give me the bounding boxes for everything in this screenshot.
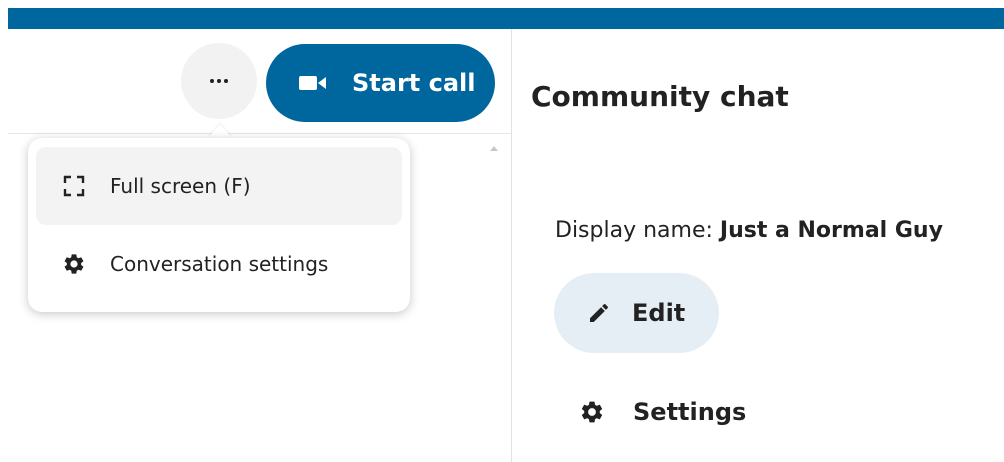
- fullscreen-icon: [60, 172, 88, 200]
- pencil-icon: [586, 300, 612, 326]
- edit-label: Edit: [632, 299, 686, 327]
- header-divider: [8, 133, 512, 134]
- gear-icon: [577, 397, 607, 427]
- scroll-up-arrow[interactable]: [490, 146, 498, 151]
- display-name-label: Display name:: [555, 218, 713, 243]
- start-call-button[interactable]: Start call: [266, 44, 495, 122]
- menu-item-conversation-settings[interactable]: Conversation settings: [36, 225, 402, 303]
- start-call-label: Start call: [352, 69, 476, 97]
- more-horizontal-icon: [210, 79, 228, 83]
- video-camera-icon: [298, 74, 328, 92]
- display-name-value: Just a Normal Guy: [719, 218, 943, 243]
- actions-menu: Full screen (F) Conversation settings: [28, 138, 410, 312]
- edit-button[interactable]: Edit: [554, 273, 719, 353]
- menu-item-label: Conversation settings: [110, 252, 329, 276]
- settings-button[interactable]: Settings: [577, 390, 746, 434]
- gear-icon: [60, 250, 88, 278]
- more-actions-button[interactable]: [181, 43, 257, 119]
- menu-item-label: Full screen (F): [110, 174, 251, 198]
- settings-label: Settings: [633, 398, 747, 426]
- menu-pointer: [208, 124, 232, 138]
- pane-divider: [511, 29, 512, 462]
- conversation-title: Community chat: [531, 80, 789, 113]
- display-name-row: Display name: Just a Normal Guy: [555, 218, 943, 243]
- menu-item-fullscreen[interactable]: Full screen (F): [36, 147, 402, 225]
- top-app-bar: [8, 8, 1004, 29]
